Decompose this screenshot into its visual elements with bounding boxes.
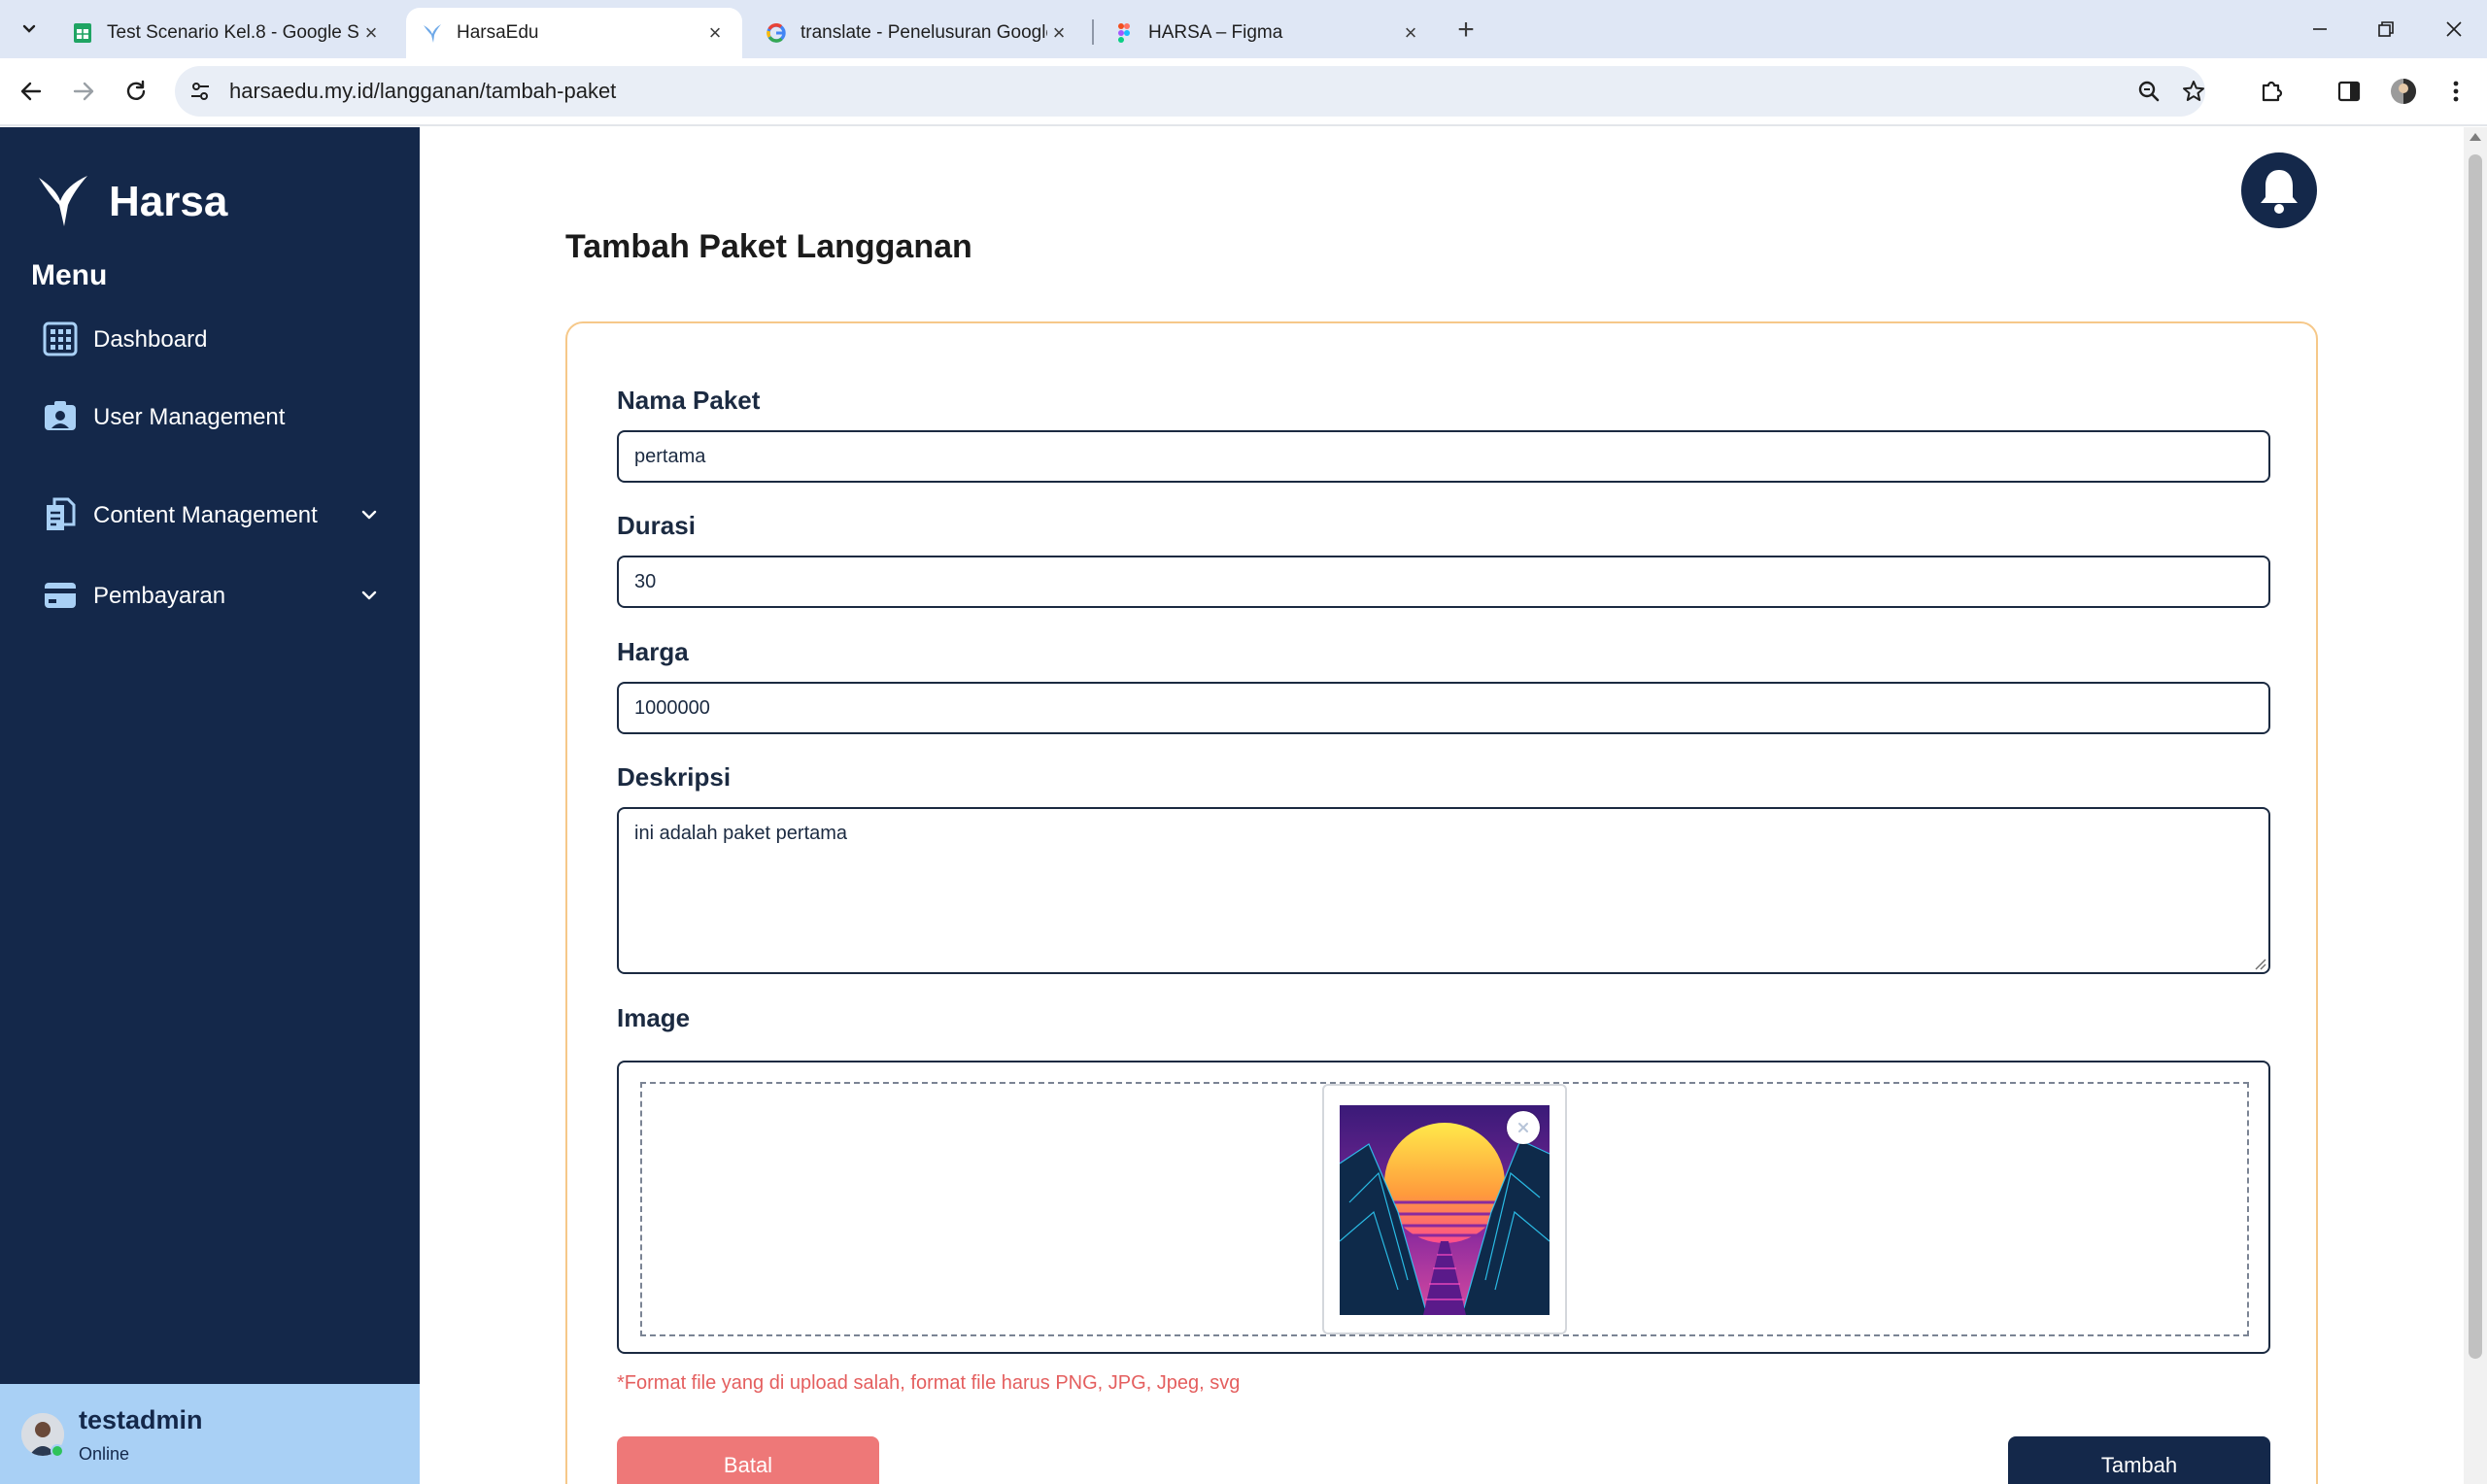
- sheets-icon: [72, 22, 93, 44]
- menu-title: Menu: [31, 259, 108, 291]
- close-window-icon[interactable]: [2425, 10, 2483, 49]
- minimize-window-icon[interactable]: [2291, 10, 2349, 49]
- site-settings-icon[interactable]: [187, 78, 214, 105]
- side-panel-icon[interactable]: [2332, 74, 2367, 109]
- grid-icon: [43, 321, 78, 356]
- page-scrollbar[interactable]: [2464, 127, 2487, 1484]
- brand-name: Harsa: [109, 178, 228, 225]
- close-tab-icon[interactable]: ×: [1047, 20, 1071, 45]
- brand-logo[interactable]: Harsa: [35, 172, 227, 232]
- tab-search-dropdown-icon[interactable]: [14, 14, 45, 45]
- sidebar-item-dashboard[interactable]: Dashboard: [43, 321, 383, 356]
- deskripsi-text: ini adalah paket pertama: [634, 823, 848, 844]
- tab-title: Test Scenario Kel.8 - Google Spreadsheet…: [107, 22, 359, 43]
- image-preview: [1322, 1084, 1567, 1334]
- extensions-icon[interactable]: [2254, 74, 2289, 109]
- browser-menu-icon[interactable]: [2438, 74, 2473, 109]
- credit-card-icon: [43, 578, 78, 613]
- sidebar: Harsa Menu Dashboard User Management Con…: [0, 127, 420, 1484]
- image-label: Image: [617, 1003, 691, 1032]
- online-status-dot: [51, 1444, 64, 1458]
- page-title: Tambah Paket Langganan: [565, 228, 972, 265]
- url-text: harsaedu.my.id/langganan/tambah-paket: [229, 79, 617, 103]
- nama-paket-label: Nama Paket: [617, 386, 761, 415]
- notification-bell-icon[interactable]: [2241, 152, 2317, 228]
- user-status: Online: [79, 1444, 130, 1464]
- image-dropzone[interactable]: [640, 1082, 2249, 1336]
- harsa-bird-icon: [422, 22, 443, 44]
- browser-tab-harsaedu[interactable]: HarsaEdu ×: [406, 8, 742, 58]
- add-package-form: Nama Paket pertama Durasi 30 Harga 10000…: [565, 321, 2318, 1484]
- sidebar-item-pembayaran[interactable]: Pembayaran: [43, 578, 383, 613]
- chevron-down-icon[interactable]: [356, 582, 383, 609]
- harga-label: Harga: [617, 637, 689, 666]
- zoom-icon[interactable]: [2133, 76, 2164, 107]
- bookmark-star-icon[interactable]: [2178, 76, 2209, 107]
- restore-window-icon[interactable]: [2357, 10, 2415, 49]
- address-bar[interactable]: harsaedu.my.id/langganan/tambah-paket: [175, 66, 2205, 117]
- user-panel[interactable]: testadmin Online: [0, 1384, 420, 1484]
- profile-avatar-icon[interactable]: [2386, 74, 2421, 109]
- sidebar-item-content-management[interactable]: Content Management: [43, 481, 383, 549]
- sidebar-item-label: Dashboard: [93, 325, 208, 353]
- browser-tab-sheets[interactable]: Test Scenario Kel.8 - Google Spreadsheet…: [56, 8, 398, 58]
- tab-title: HarsaEdu: [457, 22, 539, 43]
- user-name: testadmin: [79, 1405, 203, 1434]
- figma-icon: [1113, 22, 1135, 44]
- sidebar-item-label: User Management: [93, 403, 286, 430]
- cancel-button[interactable]: Batal: [617, 1436, 879, 1484]
- nama-paket-input[interactable]: pertama: [617, 430, 2270, 483]
- harsa-bird-icon: [35, 172, 91, 232]
- google-icon: [766, 22, 787, 44]
- new-tab-icon[interactable]: +: [1449, 14, 1482, 47]
- resize-handle-icon[interactable]: [2253, 957, 2266, 970]
- close-tab-icon[interactable]: ×: [703, 20, 727, 45]
- deskripsi-label: Deskripsi: [617, 762, 732, 792]
- scrollbar-thumb[interactable]: [2469, 154, 2482, 1359]
- harga-input[interactable]: 1000000: [617, 682, 2270, 734]
- tab-title: HARSA – Figma: [1148, 22, 1283, 43]
- scroll-up-arrow-icon[interactable]: [2470, 133, 2481, 141]
- remove-image-icon[interactable]: [1507, 1111, 1540, 1144]
- user-card-icon: [43, 399, 78, 434]
- submit-button[interactable]: Tambah: [2008, 1436, 2270, 1484]
- back-icon[interactable]: [12, 72, 51, 111]
- reload-icon[interactable]: [117, 72, 155, 111]
- sidebar-item-label: Content Management: [93, 501, 318, 528]
- tab-title: translate - Penelusuran Google: [801, 22, 1047, 43]
- browser-tab-figma[interactable]: HARSA – Figma ×: [1098, 8, 1438, 58]
- tab-separator: [1092, 19, 1094, 45]
- image-upload-box[interactable]: [617, 1061, 2270, 1354]
- documents-icon: [43, 497, 78, 532]
- durasi-label: Durasi: [617, 511, 696, 540]
- sidebar-item-user-management[interactable]: User Management: [43, 399, 383, 434]
- browser-toolbar: harsaedu.my.id/langganan/tambah-paket: [0, 58, 2487, 126]
- close-tab-icon[interactable]: ×: [359, 20, 383, 45]
- sidebar-item-label: Pembayaran: [93, 582, 226, 609]
- browser-tab-bar: Test Scenario Kel.8 - Google Spreadsheet…: [0, 0, 2487, 58]
- chevron-down-icon[interactable]: [356, 501, 383, 528]
- browser-tab-google[interactable]: translate - Penelusuran Google ×: [750, 8, 1086, 58]
- main-content: Tambah Paket Langganan Nama Paket pertam…: [420, 127, 2464, 1484]
- forward-icon[interactable]: [64, 72, 103, 111]
- deskripsi-textarea[interactable]: ini adalah paket pertama: [617, 807, 2270, 974]
- upload-error-message: *Format file yang di upload salah, forma…: [617, 1372, 1241, 1394]
- close-tab-icon[interactable]: ×: [1399, 20, 1422, 45]
- durasi-input[interactable]: 30: [617, 556, 2270, 608]
